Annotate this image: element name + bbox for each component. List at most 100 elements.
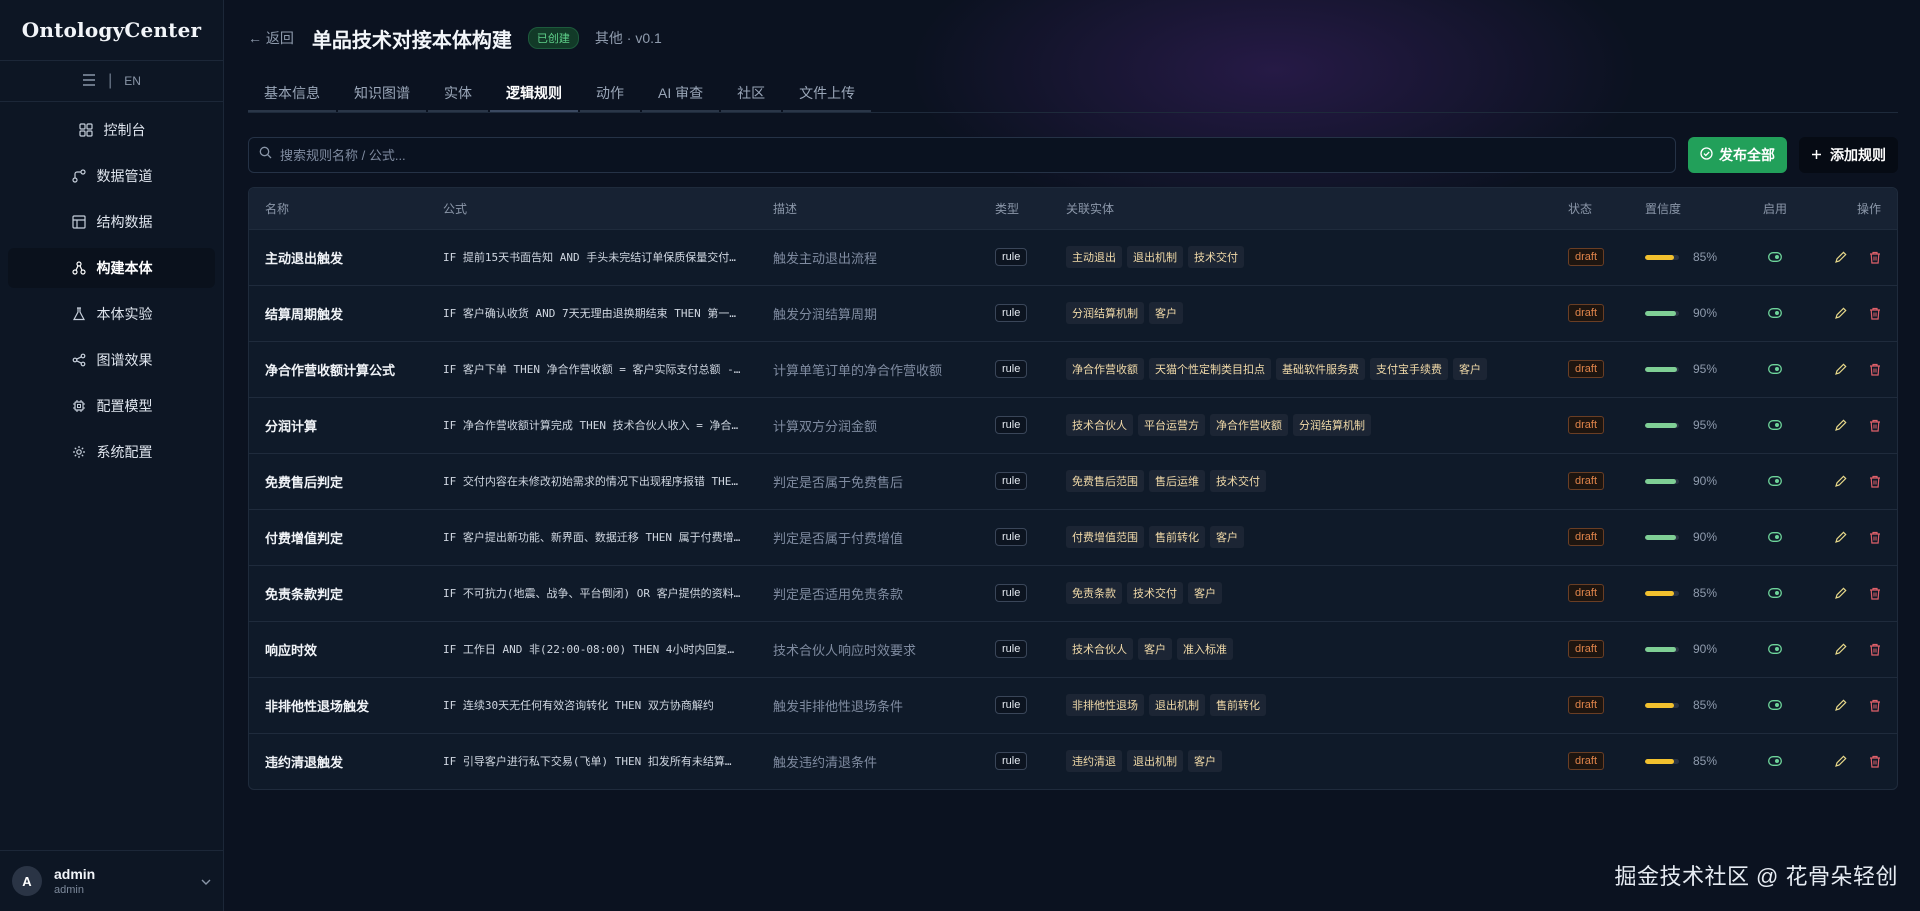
status-badge: draft: [1568, 360, 1605, 378]
tab-7[interactable]: 文件上传: [783, 76, 872, 112]
entity-tag[interactable]: 客户: [1210, 526, 1244, 548]
tab-2[interactable]: 实体: [428, 76, 488, 112]
delete-icon[interactable]: [1869, 475, 1881, 488]
entity-tag[interactable]: 退出机制: [1127, 246, 1183, 268]
language-toggle[interactable]: EN: [124, 74, 141, 88]
tab-5[interactable]: AI 审查: [642, 76, 720, 112]
delete-icon[interactable]: [1869, 419, 1881, 432]
entity-tag[interactable]: 净合作营收额: [1210, 414, 1288, 436]
entity-tag[interactable]: 退出机制: [1149, 694, 1205, 716]
status-cell: draft: [1552, 677, 1629, 733]
chevron-down-icon[interactable]: [201, 874, 211, 888]
publish-all-button[interactable]: 发布全部: [1688, 137, 1787, 173]
entity-tag[interactable]: 客户: [1188, 582, 1222, 604]
sidebar-item-4[interactable]: 本体实验: [8, 294, 215, 334]
toggle-icon[interactable]: [1768, 475, 1782, 486]
sidebar-item-6[interactable]: 配置模型: [8, 386, 215, 426]
entity-tag[interactable]: 主动退出: [1066, 246, 1122, 268]
actions-cell: [1808, 229, 1897, 285]
delete-icon[interactable]: [1869, 699, 1881, 712]
toggle-icon[interactable]: [1768, 755, 1782, 766]
sidebar-item-5[interactable]: 图谱效果: [8, 340, 215, 380]
entity-tag[interactable]: 分润结算机制: [1293, 414, 1371, 436]
edit-icon[interactable]: [1834, 642, 1847, 656]
tab-0[interactable]: 基本信息: [248, 76, 336, 112]
sidebar-item-2[interactable]: 结构数据: [8, 202, 215, 242]
delete-icon[interactable]: [1869, 251, 1881, 264]
entity-tag[interactable]: 售前转化: [1149, 526, 1205, 548]
tab-1[interactable]: 知识图谱: [338, 76, 426, 112]
delete-icon[interactable]: [1869, 307, 1881, 320]
sidebar-item-0[interactable]: 控制台: [8, 110, 215, 150]
entity-tag[interactable]: 技术交付: [1210, 470, 1266, 492]
entity-tag[interactable]: 净合作营收额: [1066, 358, 1144, 380]
edit-icon[interactable]: [1834, 306, 1847, 320]
entity-tag[interactable]: 客户: [1138, 638, 1172, 660]
tab-3[interactable]: 逻辑规则: [490, 76, 578, 112]
entity-tag[interactable]: 退出机制: [1127, 750, 1183, 773]
toggle-icon[interactable]: [1768, 643, 1782, 654]
search-input[interactable]: [280, 147, 1665, 163]
edit-icon[interactable]: [1834, 250, 1847, 264]
table-header: 名称 公式 描述 类型 关联实体 状态 置信度 启用 操作: [249, 188, 1897, 229]
entity-tag[interactable]: 技术合伙人: [1066, 638, 1133, 660]
delete-icon[interactable]: [1869, 531, 1881, 544]
edit-icon[interactable]: [1834, 586, 1847, 600]
confidence-cell: 85%: [1629, 565, 1742, 621]
toggle-icon[interactable]: [1768, 363, 1782, 374]
confidence-cell: 85%: [1629, 677, 1742, 733]
entity-tag[interactable]: 客户: [1149, 302, 1183, 324]
entity-tag[interactable]: 天猫个性定制类目扣点: [1149, 358, 1271, 380]
sidebar-item-7[interactable]: 系统配置: [8, 432, 215, 472]
entity-tag[interactable]: 免责条款: [1066, 582, 1122, 604]
entity-tag[interactable]: 违约清退: [1066, 750, 1122, 773]
delete-icon[interactable]: [1869, 643, 1881, 656]
type-badge: rule: [995, 360, 1028, 378]
entity-tag[interactable]: 付费增值范围: [1066, 526, 1144, 548]
edit-icon[interactable]: [1834, 362, 1847, 376]
rule-formula: IF 连续30天无任何有效咨询转化 THEN 双方协商解约: [443, 699, 714, 712]
edit-icon[interactable]: [1834, 418, 1847, 432]
tab-4[interactable]: 动作: [580, 76, 640, 112]
entity-tag[interactable]: 客户: [1453, 358, 1487, 380]
delete-icon[interactable]: [1869, 587, 1881, 600]
entity-tag[interactable]: 客户: [1188, 750, 1222, 773]
rule-name: 响应时效: [265, 642, 318, 658]
entity-tag[interactable]: 非排他性退场: [1066, 694, 1144, 716]
user-menu[interactable]: A admin admin: [0, 850, 223, 911]
edit-icon[interactable]: [1834, 755, 1847, 768]
entity-tag[interactable]: 支付宝手续费: [1370, 358, 1448, 380]
edit-icon[interactable]: [1834, 698, 1847, 712]
entity-tag[interactable]: 准入标准: [1177, 638, 1233, 660]
toggle-icon[interactable]: [1768, 251, 1782, 262]
edit-icon[interactable]: [1834, 530, 1847, 544]
sidebar-item-1[interactable]: 数据管道: [8, 156, 215, 196]
status-cell: draft: [1552, 621, 1629, 677]
delete-icon[interactable]: [1869, 363, 1881, 376]
edit-icon[interactable]: [1834, 474, 1847, 488]
share-icon: [71, 352, 87, 368]
back-button[interactable]: ← 返回: [248, 28, 294, 48]
entity-tag[interactable]: 技术交付: [1127, 582, 1183, 604]
toggle-icon[interactable]: [1768, 531, 1782, 542]
confidence-value: 95%: [1693, 362, 1718, 376]
delete-icon[interactable]: [1869, 755, 1881, 768]
entity-tag[interactable]: 技术交付: [1188, 246, 1244, 268]
entity-tag[interactable]: 售后运维: [1149, 470, 1205, 492]
toggle-icon[interactable]: [1768, 587, 1782, 598]
entity-tag[interactable]: 基础软件服务费: [1276, 358, 1365, 380]
add-rule-button[interactable]: 添加规则: [1799, 137, 1898, 173]
toggle-icon[interactable]: [1768, 307, 1782, 318]
entity-tag[interactable]: 售前转化: [1210, 694, 1266, 716]
tab-6[interactable]: 社区: [721, 76, 782, 112]
entity-tag[interactable]: 分润结算机制: [1066, 302, 1144, 324]
entity-tag[interactable]: 免费售后范围: [1066, 470, 1144, 492]
toggle-icon[interactable]: [1768, 699, 1782, 710]
toggle-icon[interactable]: [1768, 419, 1782, 430]
search-box[interactable]: [248, 137, 1676, 173]
menu-icon[interactable]: [82, 73, 96, 89]
entity-tag[interactable]: 技术合伙人: [1066, 414, 1133, 436]
sidebar-item-3[interactable]: 构建本体: [8, 248, 215, 288]
status-badge: draft: [1568, 584, 1605, 602]
entity-tag[interactable]: 平台运营方: [1138, 414, 1205, 436]
